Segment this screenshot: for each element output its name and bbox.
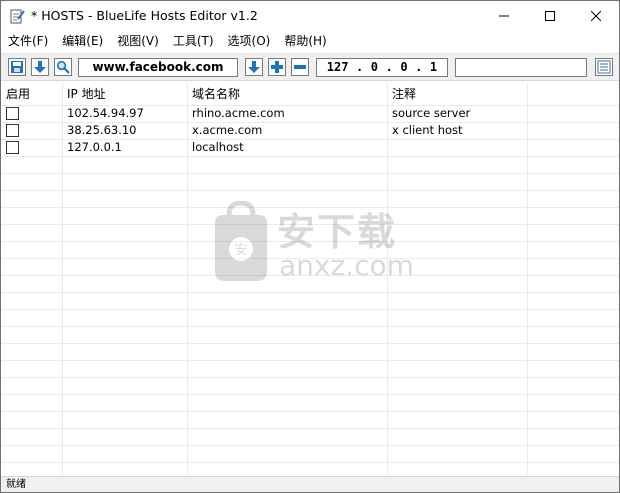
ip-dot: . <box>415 60 423 74</box>
ip-dot: . <box>385 60 393 74</box>
ip-cell: 38.25.63.10 <box>67 123 137 137</box>
add-entry-button[interactable] <box>268 58 286 76</box>
menu-view[interactable]: 视图(V) <box>110 31 166 51</box>
row-divider <box>1 190 619 191</box>
row-divider <box>1 360 619 361</box>
title-bar[interactable]: * HOSTS - BlueLife Hosts Editor v1.2 <box>1 1 619 31</box>
search-icon <box>56 60 70 74</box>
column-header-comment[interactable]: 注释 <box>387 83 416 105</box>
table-row[interactable]: 127.0.0.1 localhost <box>1 139 619 156</box>
download-button[interactable] <box>31 58 49 76</box>
menu-bar: 文件(F) 编辑(E) 视图(V) 工具(T) 选项(O) 帮助(H) <box>1 31 619 51</box>
download-arrow-icon <box>34 61 46 73</box>
watermark-cn-text: 安下载 <box>277 210 398 254</box>
close-icon <box>591 11 601 21</box>
enable-checkbox[interactable] <box>6 141 19 154</box>
maximize-button[interactable] <box>527 1 573 31</box>
row-divider <box>1 156 619 157</box>
column-header-ip[interactable]: IP 地址 <box>62 83 106 105</box>
row-divider <box>1 343 619 344</box>
close-button[interactable] <box>573 1 619 31</box>
column-header-enabled[interactable]: 启用 <box>1 83 30 105</box>
row-divider <box>1 173 619 174</box>
window-title: * HOSTS - BlueLife Hosts Editor v1.2 <box>31 8 258 23</box>
row-divider <box>1 292 619 293</box>
enable-checkbox[interactable] <box>6 107 19 120</box>
ip-octet-2: 0 <box>370 60 379 74</box>
maximize-icon <box>545 11 555 21</box>
minus-icon <box>294 65 306 69</box>
ip-cell: 102.54.94.97 <box>67 106 144 120</box>
save-icon <box>11 61 23 73</box>
table-row[interactable]: 102.54.94.97 rhino.acme.com source serve… <box>1 105 619 122</box>
row-divider <box>1 445 619 446</box>
row-divider <box>1 462 619 463</box>
save-button[interactable] <box>8 58 26 76</box>
plus-icon <box>271 61 283 73</box>
ip-address-input[interactable]: 127 . 0 . 0 . 1 <box>316 58 448 77</box>
ip-dot: . <box>356 60 364 74</box>
download-arrow-icon <box>248 61 260 73</box>
toolbar: www.facebook.com 127 . 0 . 0 . 1 <box>1 53 619 81</box>
row-divider <box>1 394 619 395</box>
menu-tools[interactable]: 工具(T) <box>166 31 221 51</box>
remove-entry-button[interactable] <box>291 58 309 76</box>
search-button[interactable] <box>54 58 72 76</box>
comment-input[interactable] <box>455 58 587 77</box>
column-header-domain[interactable]: 域名名称 <box>187 83 240 105</box>
comment-cell: source server <box>392 106 471 120</box>
app-window: * HOSTS - BlueLife Hosts Editor v1.2 文件(… <box>0 0 620 493</box>
row-divider <box>1 377 619 378</box>
ip-octet-3: 0 <box>400 60 408 74</box>
enable-checkbox[interactable] <box>6 124 19 137</box>
list-icon <box>597 60 611 74</box>
ip-cell: 127.0.0.1 <box>67 140 122 154</box>
ip-octet-1: 127 <box>326 60 349 74</box>
status-bar: 就绪 <box>1 476 619 492</box>
row-divider <box>1 326 619 327</box>
resolve-ip-button[interactable] <box>245 58 263 76</box>
watermark-en-text: anxz.com <box>279 249 414 282</box>
table-row[interactable]: 38.25.63.10 x.acme.com x client host <box>1 122 619 139</box>
minimize-icon <box>499 15 509 17</box>
row-divider <box>1 411 619 412</box>
list-view-button[interactable] <box>595 58 613 76</box>
ip-octet-4: 1 <box>429 60 438 74</box>
domain-cell: rhino.acme.com <box>192 106 285 120</box>
domain-cell: localhost <box>192 140 244 154</box>
menu-help[interactable]: 帮助(H) <box>277 31 333 51</box>
hosts-table[interactable]: 启用 IP 地址 域名名称 注释 102.54.94.97 rhino.acme… <box>1 83 619 475</box>
comment-cell: x client host <box>392 123 463 137</box>
comment-cell <box>387 139 392 156</box>
minimize-button[interactable] <box>481 1 527 31</box>
row-divider <box>1 309 619 310</box>
notepad-app-icon <box>9 8 25 24</box>
svg-text:安: 安 <box>234 243 247 258</box>
menu-edit[interactable]: 编辑(E) <box>55 31 110 51</box>
domain-cell: x.acme.com <box>192 123 263 137</box>
row-divider <box>1 428 619 429</box>
menu-file[interactable]: 文件(F) <box>1 31 55 51</box>
domain-input[interactable]: www.facebook.com <box>78 58 238 77</box>
site-watermark: 安 安下载 anxz.com <box>201 200 421 291</box>
menu-options[interactable]: 选项(O) <box>221 31 278 51</box>
status-text: 就绪 <box>6 479 26 490</box>
